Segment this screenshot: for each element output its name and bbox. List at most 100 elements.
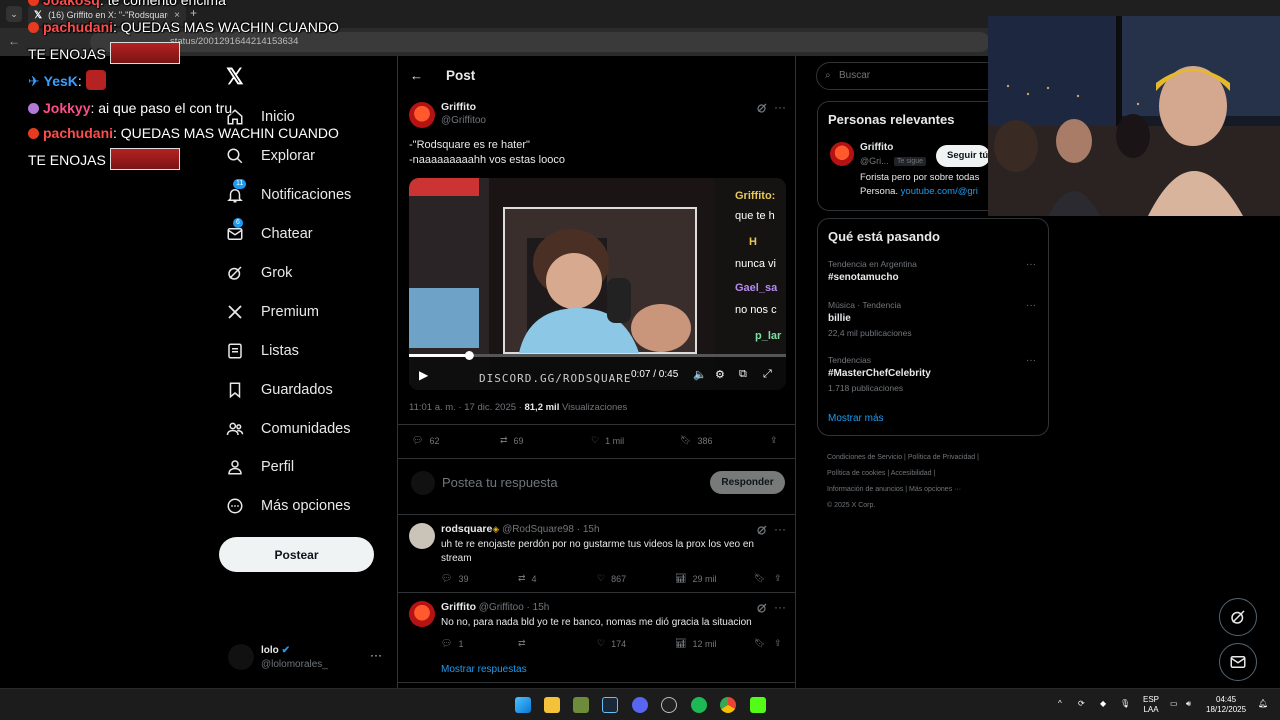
windows-start-icon[interactable] xyxy=(515,697,531,713)
reply-author-name[interactable]: Griffito xyxy=(441,601,476,613)
tray-app-icon[interactable]: ◆ xyxy=(1100,699,1106,709)
tray-expand-icon[interactable]: ^ xyxy=(1058,699,1062,709)
more-options-icon[interactable]: ··· xyxy=(774,522,786,536)
video-player[interactable]: DISCORD.GG/RODSQUARE Griffito: que te h … xyxy=(409,178,786,390)
footer-link[interactable]: Más opciones ··· xyxy=(909,486,961,493)
share-icon[interactable]: ⇪ xyxy=(774,573,782,584)
reply-author-name[interactable]: rodsquare xyxy=(441,523,492,535)
trend-name[interactable]: #senotamucho xyxy=(828,272,899,283)
x-logo-icon[interactable]: 𝕏 xyxy=(226,64,244,90)
trend-name[interactable]: billie xyxy=(828,313,851,324)
sidebar-item-perfil[interactable]: Perfil xyxy=(225,457,294,477)
account-more-icon[interactable]: ··· xyxy=(370,648,382,662)
more-options-icon[interactable]: ··· xyxy=(774,100,786,114)
views-action[interactable]: 📊︎ 12 mil xyxy=(675,638,716,649)
relevant-handle[interactable]: @Gri... xyxy=(860,156,889,166)
reply-button[interactable]: Responder xyxy=(710,471,785,494)
relevant-name[interactable]: Griffito xyxy=(860,142,893,153)
views-action[interactable]: 📊︎ 29 mil xyxy=(675,573,716,584)
show-more-link[interactable]: Mostrar más xyxy=(828,413,884,424)
back-arrow-icon[interactable]: ← xyxy=(410,68,423,83)
reply-author-handle[interactable]: @Griffitoo · 15h xyxy=(479,602,550,613)
share-icon[interactable]: ⇪ xyxy=(774,638,782,649)
repost-action[interactable]: ⇄ 69 xyxy=(500,435,524,446)
volume-icon[interactable]: 🔊︎ xyxy=(1186,699,1191,709)
relevant-link[interactable]: youtube.com/@gri xyxy=(901,186,978,197)
file-explorer-icon[interactable] xyxy=(544,697,560,713)
avatar[interactable] xyxy=(409,102,435,128)
trend-more-icon[interactable]: ··· xyxy=(1026,300,1036,311)
tray-sync-icon[interactable]: ⟳ xyxy=(1078,699,1085,709)
messages-fab-button[interactable] xyxy=(1219,643,1257,681)
account-switcher[interactable]: lolo ✔ @lolomorales_ ··· xyxy=(228,644,388,674)
footer-link[interactable]: Condiciones de Servicio xyxy=(827,454,902,461)
search-input[interactable]: ⌕ Buscar xyxy=(816,62,1006,90)
steam-icon[interactable] xyxy=(602,697,618,713)
tray-mic-icon[interactable]: 🎙︎ xyxy=(1120,699,1130,709)
sidebar-item-listas[interactable]: Listas xyxy=(225,341,299,361)
notifications-icon[interactable]: 🔔︎ xyxy=(1258,699,1268,709)
sidebar-item-explorar[interactable]: Explorar xyxy=(225,146,315,166)
reply-action[interactable]: 💬︎ 39 xyxy=(441,573,468,584)
kick-icon[interactable] xyxy=(750,697,766,713)
sidebar-item-mas-opciones[interactable]: Más opciones xyxy=(225,496,350,516)
bookmark-icon[interactable]: 🔖︎ xyxy=(754,638,765,649)
sidebar-item-chatear[interactable]: 6 Chatear xyxy=(225,218,313,244)
like-action[interactable]: ♡ 174 xyxy=(597,638,626,649)
sidebar-item-guardados[interactable]: Guardados xyxy=(225,380,333,400)
minecraft-icon[interactable] xyxy=(573,697,589,713)
bookmark-action[interactable]: 🔖︎ 386 xyxy=(680,435,712,446)
trend-more-icon[interactable]: ··· xyxy=(1026,355,1036,366)
clock[interactable]: 04:45 18/12/2025 xyxy=(1206,695,1246,715)
network-icon[interactable]: ▭ xyxy=(1170,699,1178,709)
footer-link[interactable]: Política de Privacidad xyxy=(908,454,975,461)
video-scrubber-handle[interactable] xyxy=(464,351,474,360)
post-button[interactable]: Postear xyxy=(219,537,374,572)
new-tab-button[interactable]: + xyxy=(190,6,197,20)
picture-in-picture-icon[interactable]: ⧉ xyxy=(739,368,747,381)
fullscreen-icon[interactable]: ⤢ xyxy=(763,368,772,381)
browser-back-icon[interactable]: ← xyxy=(8,34,20,48)
sidebar-item-grok[interactable]: Grok xyxy=(225,263,292,283)
sidebar-item-premium[interactable]: Premium xyxy=(225,302,319,322)
avatar[interactable] xyxy=(830,142,854,166)
avatar[interactable] xyxy=(409,601,435,627)
share-icon[interactable]: ⇪ xyxy=(770,435,778,446)
repost-action[interactable]: ⇄ xyxy=(518,638,532,649)
grok-icon[interactable] xyxy=(756,102,768,114)
grok-icon[interactable] xyxy=(756,524,768,536)
bookmark-icon[interactable]: 🔖︎ xyxy=(754,573,765,584)
reply-action[interactable]: 💬︎ 62 xyxy=(412,435,439,446)
spotify-icon[interactable] xyxy=(691,697,707,713)
play-icon[interactable]: ▶ xyxy=(419,368,428,382)
grok-fab-button[interactable] xyxy=(1219,598,1257,636)
language-indicator[interactable]: ESP LAA xyxy=(1143,695,1159,715)
more-options-icon[interactable]: ··· xyxy=(774,600,786,614)
like-action[interactable]: ♡ 867 xyxy=(597,573,626,584)
footer-link[interactable]: Información de anuncios xyxy=(827,486,903,493)
reply-input[interactable]: Postea tu respuesta xyxy=(442,475,558,490)
sidebar-item-comunidades[interactable]: Comunidades xyxy=(225,419,350,439)
post-author-name[interactable]: Griffito xyxy=(441,101,476,113)
like-action[interactable]: ♡ 1 mil xyxy=(591,435,624,446)
address-bar[interactable]: status/2001291644214153634 xyxy=(90,32,990,52)
trend-name[interactable]: #MasterChefCelebrity xyxy=(828,368,931,379)
tab-list-button[interactable]: ⌄ xyxy=(6,6,22,22)
follow-button[interactable]: Seguir tú xyxy=(936,145,990,167)
footer-link[interactable]: Política de cookies xyxy=(827,470,885,477)
post-author-handle[interactable]: @Griffitoo xyxy=(441,115,486,126)
show-replies-link[interactable]: Mostrar respuestas xyxy=(441,664,527,675)
avatar[interactable] xyxy=(409,523,435,549)
sidebar-item-inicio[interactable]: Inicio xyxy=(225,107,295,127)
reply-author-handle[interactable]: @RodSquare98 · 15h xyxy=(502,524,599,535)
volume-icon[interactable]: 🔈 xyxy=(693,368,707,381)
grok-icon[interactable] xyxy=(756,602,768,614)
trend-more-icon[interactable]: ··· xyxy=(1026,259,1036,270)
footer-link[interactable]: Accesibilidad xyxy=(891,470,932,477)
reply-action[interactable]: 💬︎ 1 xyxy=(441,638,463,649)
settings-gear-icon[interactable]: ⚙ xyxy=(715,368,725,381)
post-timestamp[interactable]: 11:01 a. m. · 17 dic. 2025 · xyxy=(409,402,522,413)
sidebar-item-notificaciones[interactable]: 11 Notificaciones xyxy=(225,179,351,205)
discord-icon[interactable] xyxy=(632,697,648,713)
repost-action[interactable]: ⇄ 4 xyxy=(518,573,537,584)
